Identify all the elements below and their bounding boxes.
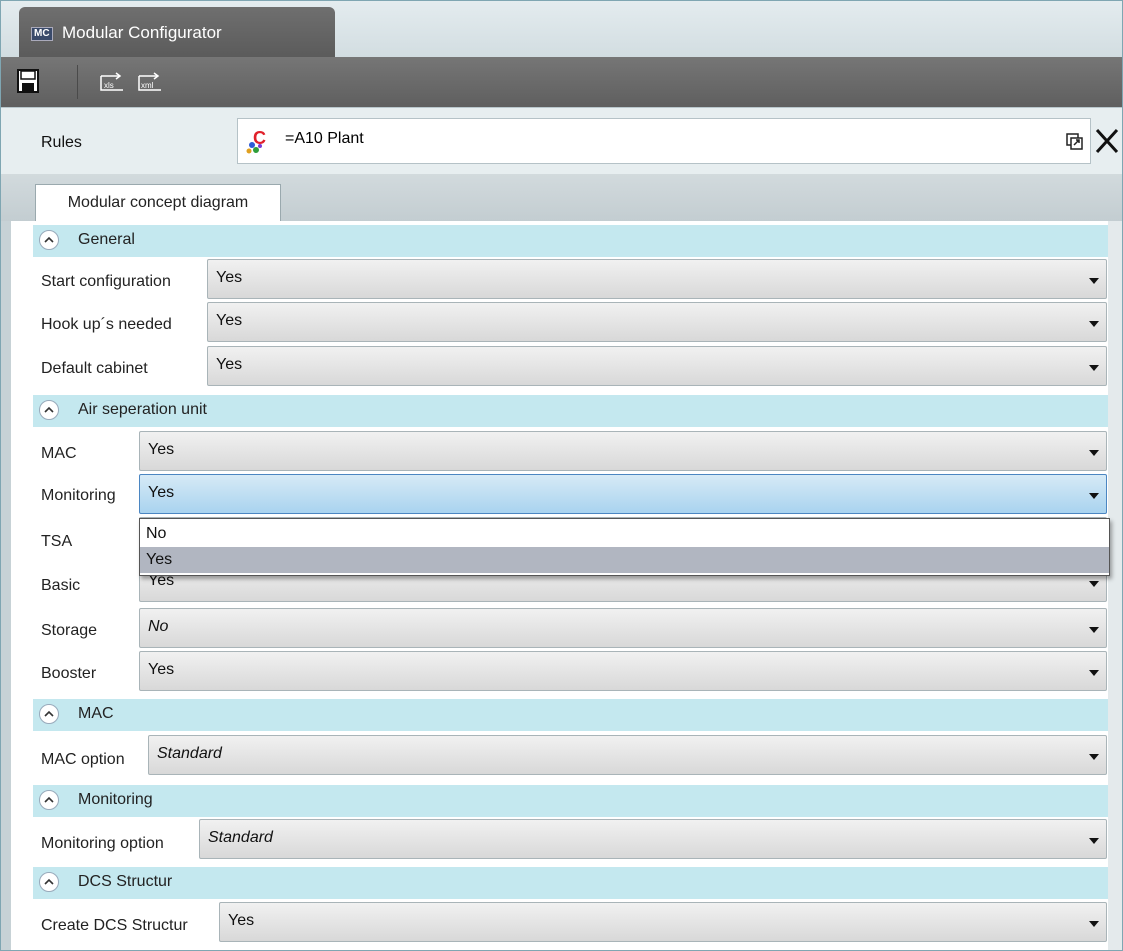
select-value: Standard: [208, 829, 273, 846]
start-configuration-label: Start configuration: [41, 273, 171, 290]
select-value: Yes: [148, 441, 175, 458]
rules-row: Rules C =A10 Plant: [1, 107, 1122, 175]
dropdown-arrow-icon: [1089, 754, 1099, 760]
default-cabinet-select[interactable]: Yes: [207, 346, 1107, 386]
section-dcs-structur-header[interactable]: DCS Structur: [33, 867, 1115, 899]
tsa-label: TSA: [41, 533, 73, 550]
dropdown-arrow-icon: [1089, 670, 1099, 676]
toolbar: xls xml: [1, 57, 1122, 107]
monitoring-label: Monitoring: [41, 487, 116, 504]
select-value: Yes: [216, 312, 243, 329]
section-mac-header[interactable]: MAC: [33, 699, 1115, 731]
chevron-up-icon[interactable]: [39, 230, 59, 250]
chevron-up-icon[interactable]: [39, 872, 59, 892]
dropdown-arrow-icon: [1089, 365, 1099, 371]
create-dcs-structur-select[interactable]: Yes: [219, 902, 1107, 942]
section-monitoring-header[interactable]: Monitoring: [33, 785, 1115, 817]
option-label: Yes: [146, 551, 173, 568]
dropdown-arrow-icon: [1089, 627, 1099, 633]
save-icon[interactable]: [15, 67, 41, 95]
mac-label: MAC: [41, 445, 77, 462]
select-value: Yes: [216, 356, 243, 373]
select-value: Yes: [148, 484, 175, 501]
dropdown-arrow-icon: [1089, 450, 1099, 456]
export-xml-text: xml: [141, 81, 154, 90]
tab-strip: Modular concept diagram: [1, 174, 1122, 221]
create-dcs-structur-label: Create DCS Structur: [41, 917, 188, 934]
toolbar-separator: [77, 65, 78, 99]
dropdown-arrow-icon: [1089, 838, 1099, 844]
default-cabinet-label: Default cabinet: [41, 360, 148, 377]
storage-label: Storage: [41, 622, 98, 639]
dropdown-arrow-icon: [1089, 581, 1099, 587]
monitoring-dropdown-list: No Yes: [139, 518, 1110, 576]
property-panel: General Start configuration Yes Hook up´…: [1, 221, 1122, 950]
dropdown-option-no[interactable]: No: [140, 521, 1109, 547]
basic-label: Basic: [41, 577, 81, 594]
title-bar: MC Modular Configurator: [1, 1, 1122, 57]
dropdown-arrow-icon: [1089, 493, 1099, 499]
monitoring-option-label: Monitoring option: [41, 835, 164, 852]
section-air-separation-header[interactable]: Air seperation unit: [33, 395, 1115, 427]
chevron-up-icon[interactable]: [39, 704, 59, 724]
section-general-header[interactable]: General: [33, 225, 1115, 257]
app-window: MC Modular Configurator xls xml Rules C …: [0, 0, 1123, 951]
export-xls-text: xls: [104, 81, 114, 90]
rules-field[interactable]: C =A10 Plant: [237, 118, 1091, 164]
dropdown-arrow-icon: [1089, 321, 1099, 327]
storage-select[interactable]: No: [139, 608, 1107, 648]
mac-option-label: MAC option: [41, 751, 125, 768]
chevron-up-icon[interactable]: [39, 790, 59, 810]
rules-label: Rules: [41, 134, 82, 151]
window-title-tab[interactable]: MC Modular Configurator: [19, 7, 335, 57]
start-configuration-select[interactable]: Yes: [207, 259, 1107, 299]
mac-select[interactable]: Yes: [139, 431, 1107, 471]
booster-label: Booster: [41, 665, 97, 682]
select-value: Yes: [216, 269, 243, 286]
mac-option-select[interactable]: Standard: [148, 735, 1107, 775]
section-title: Monitoring: [78, 791, 153, 808]
monitoring-option-select[interactable]: Standard: [199, 819, 1107, 859]
select-value: Yes: [228, 912, 255, 929]
rules-value: =A10 Plant: [285, 130, 364, 147]
dropdown-option-yes[interactable]: Yes: [140, 547, 1109, 573]
rule-icon: C: [244, 125, 272, 155]
close-icon[interactable]: [1091, 124, 1122, 158]
select-value: Standard: [157, 745, 222, 762]
window-title: Modular Configurator: [62, 23, 222, 42]
hook-ups-needed-select[interactable]: Yes: [207, 302, 1107, 342]
booster-select[interactable]: Yes: [139, 651, 1107, 691]
hook-ups-needed-label: Hook up´s needed: [41, 316, 172, 333]
section-title: General: [78, 231, 135, 248]
dropdown-arrow-icon: [1089, 278, 1099, 284]
chevron-up-icon[interactable]: [39, 400, 59, 420]
open-rule-icon[interactable]: [1066, 133, 1084, 151]
export-xls-icon[interactable]: xls: [99, 67, 125, 95]
dropdown-arrow-icon: [1089, 921, 1099, 927]
tab-modular-concept-diagram[interactable]: Modular concept diagram: [35, 184, 281, 221]
right-panel-edge: [1108, 221, 1122, 950]
section-title: DCS Structur: [78, 873, 173, 890]
select-value: Yes: [148, 661, 175, 678]
export-xml-icon[interactable]: xml: [137, 67, 163, 95]
option-label: No: [146, 525, 167, 542]
section-title: MAC: [78, 705, 114, 722]
app-logo-icon: MC: [31, 27, 53, 41]
select-value: No: [148, 618, 169, 635]
section-title: Air seperation unit: [78, 401, 207, 418]
monitoring-select[interactable]: Yes: [139, 474, 1107, 514]
